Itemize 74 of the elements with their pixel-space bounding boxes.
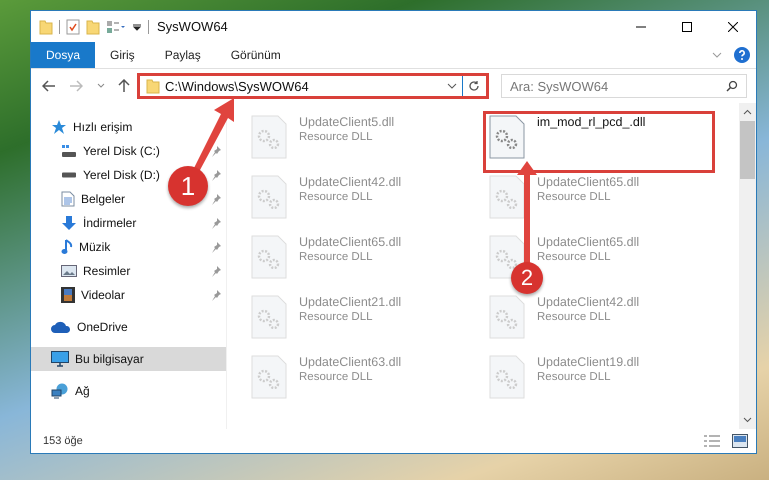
ribbon-tab[interactable]: Görünüm [216,42,296,68]
scroll-up-icon[interactable] [743,109,752,115]
folder-icon[interactable] [39,18,53,34]
file-type: Resource DLL [299,311,373,323]
selected-nav-row[interactable]: Bu bilgisayar [31,347,226,371]
search-icon [726,80,738,92]
file-type: Resource DLL [537,191,611,203]
ribbon-tab[interactable]: Giriş [95,42,150,68]
file-type: Resource DLL [299,371,373,383]
file-name[interactable]: im_mod_rl_pcd_.dll [537,115,646,129]
file-type: Resource DLL [299,191,373,203]
nav-item[interactable]: Müzik [79,240,110,254]
scroll-thumb[interactable] [740,121,755,179]
network-icon [51,383,69,399]
nav-item[interactable]: Resimler [83,264,130,278]
ribbon-tab[interactable]: Paylaş [150,42,216,68]
nav-item[interactable]: Bu bilgisayar [75,352,144,366]
nav-item[interactable]: İndirmeler [83,216,136,230]
pin-icon[interactable] [210,265,222,277]
address-bar[interactable]: C:\Windows\SysWOW64 [137,73,489,99]
dropdown-icon[interactable] [132,22,142,32]
ribbon-tab[interactable]: Dosya [31,42,96,68]
gear-file-icon[interactable] [489,115,525,159]
refresh-icon[interactable] [468,80,480,92]
picture-icon [61,265,77,277]
help-icon[interactable] [734,47,750,63]
nav-item[interactable]: OneDrive [77,320,128,334]
nav-item[interactable]: Videolar [81,288,125,302]
film-icon [61,287,75,303]
caret-icon[interactable] [447,83,457,89]
download-arrow-icon [61,215,77,231]
vertical-scrollbar[interactable] [739,103,756,429]
file-type: Resource DLL [299,251,373,263]
address-path: C:\Windows\SysWOW64 [165,78,310,94]
up-arrow-icon[interactable] [118,79,130,93]
cloud-icon [51,321,71,333]
properties-icon[interactable] [66,18,80,34]
folder-icon [146,78,160,94]
monitor-icon [51,351,69,367]
drive-icon [61,172,77,178]
document-icon [61,191,75,207]
scroll-down-icon[interactable] [743,417,752,423]
music-note-icon [61,239,73,255]
pin-icon[interactable] [210,169,222,181]
file-type: Resource DLL [537,311,611,323]
window-title: SysWOW64 [157,19,228,34]
star-icon [51,119,67,135]
forward-arrow-icon[interactable] [69,80,84,92]
search-field[interactable]: Ara: SysWOW64 [501,74,747,98]
details-view-icon[interactable] [704,435,720,447]
large-icons-view-icon[interactable] [732,434,748,448]
back-arrow-icon[interactable] [42,80,56,92]
pin-icon[interactable] [210,289,222,301]
minimize-icon [636,26,646,28]
list-view-icon[interactable] [106,20,126,34]
pin-icon[interactable] [210,217,222,229]
nav-item[interactable]: Yerel Disk (C:) [83,144,160,158]
drive-icon [61,144,77,158]
caret-icon[interactable] [96,83,105,89]
pin-icon[interactable] [210,193,222,205]
folder-icon[interactable] [86,18,100,34]
pin-icon[interactable] [210,241,222,253]
file-type: Resource DLL [299,131,373,143]
file-type: Resource DLL [537,251,611,263]
nav-item[interactable]: Belgeler [81,192,126,206]
pin-icon[interactable] [210,145,222,157]
nav-item[interactable]: Hızlı erişim [73,120,132,134]
chevron-icon[interactable] [712,52,722,58]
nav-item[interactable]: Ağ [75,384,90,398]
file-type: Resource DLL [537,371,611,383]
item-count: 153 öğe [43,435,83,447]
close-icon [728,22,738,32]
maximize-icon [682,22,692,32]
nav-item[interactable]: Yerel Disk (D:) [83,168,160,182]
